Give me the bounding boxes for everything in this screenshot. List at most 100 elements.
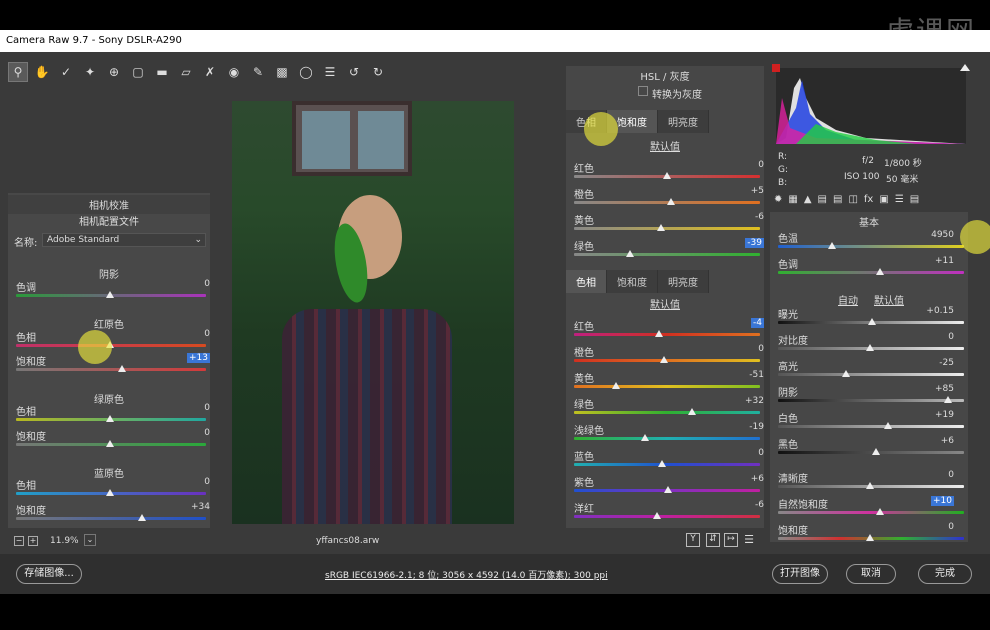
hsl-red-slider[interactable]: 红色 0 bbox=[566, 160, 764, 186]
slider-knob[interactable] bbox=[626, 250, 634, 257]
rotate-right-icon[interactable]: ↻ bbox=[368, 62, 388, 82]
color-sampler-icon[interactable]: ✦ bbox=[80, 62, 100, 82]
open-image-button[interactable]: 打开图像 bbox=[772, 564, 828, 584]
slider-knob[interactable] bbox=[657, 224, 665, 231]
slider-knob[interactable] bbox=[106, 291, 114, 298]
profile-select[interactable]: Adobe Standard ⌄ bbox=[42, 233, 206, 247]
zoom-in-button[interactable]: + bbox=[28, 536, 38, 546]
slider-knob[interactable] bbox=[876, 268, 884, 275]
slider-knob[interactable] bbox=[944, 396, 952, 403]
clipping-shadow-icon[interactable] bbox=[772, 64, 780, 72]
hue-magenta-slider[interactable]: 洋红 -6 bbox=[566, 500, 764, 526]
presets-icon[interactable]: ☰ bbox=[895, 194, 904, 210]
exposure-slider[interactable]: 曝光 +0.15 bbox=[770, 306, 968, 332]
hsl-green-slider[interactable]: 绿色 -39 bbox=[566, 238, 764, 264]
zoom-tool-icon[interactable]: ⚲ bbox=[8, 62, 28, 82]
hsl-icon[interactable]: ▤ bbox=[818, 194, 827, 210]
tab-luminance[interactable]: 明亮度 bbox=[658, 270, 709, 293]
snapshots-icon[interactable]: ▤ bbox=[910, 194, 919, 210]
slider-knob[interactable] bbox=[641, 434, 649, 441]
save-image-button[interactable]: 存储图像... bbox=[16, 564, 82, 584]
saturation-slider[interactable]: 饱和度 0 bbox=[770, 522, 968, 548]
hue-red-slider[interactable]: 红色 -4 bbox=[566, 318, 764, 344]
tone-curve-icon[interactable]: ▦ bbox=[788, 194, 797, 210]
hue-green-slider[interactable]: 绿色 +32 bbox=[566, 396, 764, 422]
slider-knob[interactable] bbox=[612, 382, 620, 389]
shadows-tint-slider[interactable]: 色调 0 bbox=[8, 279, 210, 305]
tint-slider[interactable]: 色调 +11 bbox=[770, 256, 968, 282]
list-icon[interactable]: ☰ bbox=[320, 62, 340, 82]
whites-slider[interactable]: 白色 +19 bbox=[770, 410, 968, 436]
slider-knob[interactable] bbox=[138, 514, 146, 521]
green-hue-slider[interactable]: 色相 0 bbox=[8, 403, 210, 429]
slider-knob[interactable] bbox=[688, 408, 696, 415]
slider-knob[interactable] bbox=[876, 508, 884, 515]
crop-icon[interactable]: ▢ bbox=[128, 62, 148, 82]
straighten-icon[interactable]: ▬ bbox=[152, 62, 172, 82]
zoom-out-button[interactable]: − bbox=[14, 536, 24, 546]
detail-icon[interactable]: ▲ bbox=[804, 194, 812, 210]
basic-icon[interactable]: ✹ bbox=[774, 194, 782, 210]
slider-knob[interactable] bbox=[842, 370, 850, 377]
fx-icon[interactable]: fx bbox=[864, 194, 873, 210]
highlights-slider[interactable]: 高光 -25 bbox=[770, 358, 968, 384]
slider-knob[interactable] bbox=[658, 460, 666, 467]
hue-aqua-slider[interactable]: 浅绿色 -19 bbox=[566, 422, 764, 448]
blue-hue-slider[interactable]: 色相 0 bbox=[8, 477, 210, 503]
slider-knob[interactable] bbox=[866, 482, 874, 489]
hand-tool-icon[interactable]: ✋ bbox=[32, 62, 52, 82]
preferences-icon[interactable]: ☰ bbox=[742, 533, 756, 547]
temperature-slider[interactable]: 色温 4950 bbox=[770, 230, 968, 256]
slider-knob[interactable] bbox=[884, 422, 892, 429]
default-link[interactable]: 默认值 bbox=[566, 296, 764, 311]
zoom-level[interactable]: 11.9% bbox=[50, 536, 79, 546]
cancel-button[interactable]: 取消 bbox=[846, 564, 896, 584]
lens-icon[interactable]: ◫ bbox=[848, 194, 857, 210]
slider-knob[interactable] bbox=[106, 489, 114, 496]
default-link[interactable]: 默认值 bbox=[874, 292, 904, 307]
adjustment-brush-icon[interactable]: ✎ bbox=[248, 62, 268, 82]
hue-yellow-slider[interactable]: 黄色 -51 bbox=[566, 370, 764, 396]
hsl-yellow-slider[interactable]: 黄色 -6 bbox=[566, 212, 764, 238]
tab-saturation[interactable]: 饱和度 bbox=[607, 270, 658, 293]
blacks-slider[interactable]: 黑色 +6 bbox=[770, 436, 968, 462]
slider-knob[interactable] bbox=[660, 356, 668, 363]
photo-preview[interactable] bbox=[232, 101, 514, 524]
copy-settings-icon[interactable]: ↦ bbox=[724, 533, 738, 547]
done-button[interactable]: 完成 bbox=[918, 564, 972, 584]
tab-hue[interactable]: 色相 bbox=[566, 270, 607, 293]
zoom-dropdown[interactable]: ⌄ bbox=[84, 534, 96, 546]
shadows-slider[interactable]: 阴影 +85 bbox=[770, 384, 968, 410]
panel-scrollbar[interactable] bbox=[972, 212, 982, 542]
slider-knob[interactable] bbox=[663, 172, 671, 179]
slider-knob[interactable] bbox=[872, 448, 880, 455]
spot-removal-icon[interactable]: ✗ bbox=[200, 62, 220, 82]
red-eye-icon[interactable]: ◉ bbox=[224, 62, 244, 82]
view-toggle-y-icon[interactable]: Y bbox=[686, 533, 700, 547]
contrast-slider[interactable]: 对比度 0 bbox=[770, 332, 968, 358]
auto-link[interactable]: 自动 bbox=[838, 292, 858, 307]
slider-knob[interactable] bbox=[868, 318, 876, 325]
rotate-left-icon[interactable]: ↺ bbox=[344, 62, 364, 82]
hue-orange-slider[interactable]: 橙色 0 bbox=[566, 344, 764, 370]
radial-filter-icon[interactable]: ◯ bbox=[296, 62, 316, 82]
slider-knob[interactable] bbox=[866, 534, 874, 541]
graduated-filter-icon[interactable]: ▩ bbox=[272, 62, 292, 82]
red-saturation-slider[interactable]: 饱和度 +13 bbox=[8, 353, 210, 379]
white-balance-icon[interactable]: ✓ bbox=[56, 62, 76, 82]
vibrance-slider[interactable]: 自然饱和度 +10 bbox=[770, 496, 968, 522]
camera-calibration-icon[interactable]: ▣ bbox=[879, 194, 888, 210]
green-saturation-slider[interactable]: 饱和度 0 bbox=[8, 428, 210, 454]
slider-knob[interactable] bbox=[655, 330, 663, 337]
slider-knob[interactable] bbox=[828, 242, 836, 249]
workflow-options-link[interactable]: sRGB IEC61966-2.1; 8 位; 3056 x 4592 (14.… bbox=[325, 568, 608, 581]
blue-saturation-slider[interactable]: 饱和度 +34 bbox=[8, 502, 210, 528]
clarity-slider[interactable]: 清晰度 0 bbox=[770, 470, 968, 496]
slider-knob[interactable] bbox=[664, 486, 672, 493]
target-adjust-icon[interactable]: ⊕ bbox=[104, 62, 124, 82]
slider-knob[interactable] bbox=[118, 365, 126, 372]
swap-settings-icon[interactable]: ⇵ bbox=[706, 533, 720, 547]
split-toning-icon[interactable]: ▤ bbox=[833, 194, 842, 210]
tab-luminance[interactable]: 明亮度 bbox=[658, 110, 709, 133]
slider-knob[interactable] bbox=[106, 415, 114, 422]
